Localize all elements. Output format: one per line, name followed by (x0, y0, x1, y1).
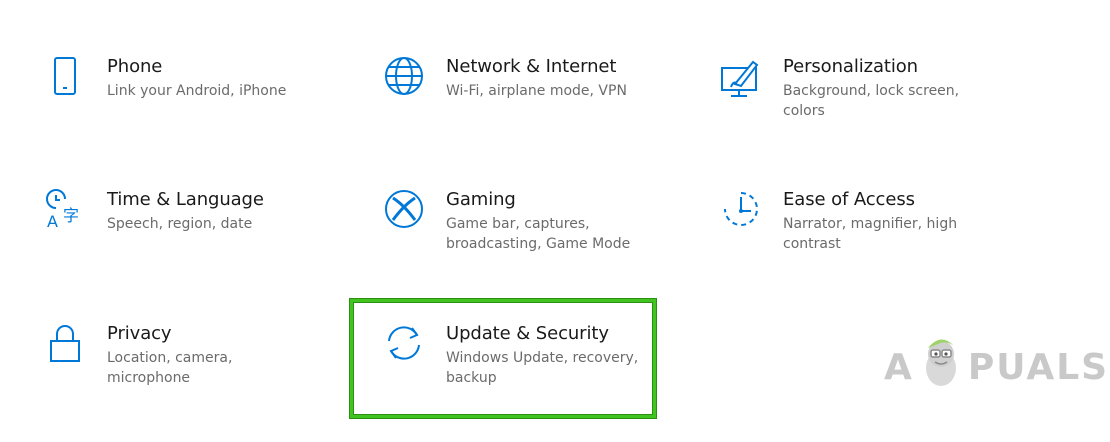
tile-description: Wi-Fi, airplane mode, VPN (446, 83, 627, 99)
tile-title: Personalization (783, 56, 918, 77)
settings-tile-privacy[interactable]: Privacy Location, camera, microphone (45, 323, 307, 388)
globe-icon (384, 56, 424, 100)
ease-of-access-icon (721, 189, 761, 233)
svg-text:A: A (47, 212, 58, 231)
settings-tile-personalization[interactable]: Personalization Background, lock screen,… (721, 56, 983, 121)
tile-title: Privacy (107, 323, 172, 344)
settings-tile-network[interactable]: Network & Internet Wi-Fi, airplane mode,… (384, 56, 646, 101)
settings-tile-time-language[interactable]: A字 Time & Language Speech, region, date (45, 189, 307, 234)
xbox-icon (384, 189, 424, 233)
settings-tile-ease-of-access[interactable]: Ease of Access Narrator, magnifier, high… (721, 189, 983, 254)
settings-tile-phone[interactable]: Phone Link your Android, iPhone (45, 56, 307, 101)
tile-description: Game bar, captures, broadcasting, Game M… (446, 216, 631, 252)
tile-description: Narrator, magnifier, high contrast (783, 216, 958, 252)
tile-description: Location, camera, microphone (107, 350, 233, 386)
svg-text:字: 字 (63, 206, 79, 225)
tile-title: Ease of Access (783, 189, 915, 210)
tile-description: Speech, region, date (107, 216, 253, 232)
tile-title: Phone (107, 56, 163, 77)
watermark-letter: A (884, 346, 914, 388)
watermark-text: PUALS (967, 346, 1110, 388)
time-language-icon: A字 (45, 189, 85, 233)
tile-title: Gaming (446, 189, 516, 210)
paint-monitor-icon (721, 56, 761, 100)
highlight-box (350, 299, 656, 418)
mascot-icon (925, 339, 956, 386)
lock-icon (45, 323, 85, 367)
tile-description: Link your Android, iPhone (107, 83, 287, 99)
settings-tile-gaming[interactable]: Gaming Game bar, captures, broadcasting,… (384, 189, 646, 254)
tile-title: Time & Language (107, 189, 264, 210)
tile-description: Background, lock screen, colors (783, 83, 960, 119)
phone-icon (45, 56, 85, 100)
tile-title: Network & Internet (446, 56, 617, 77)
appuals-watermark: A PUALS (884, 338, 1109, 396)
